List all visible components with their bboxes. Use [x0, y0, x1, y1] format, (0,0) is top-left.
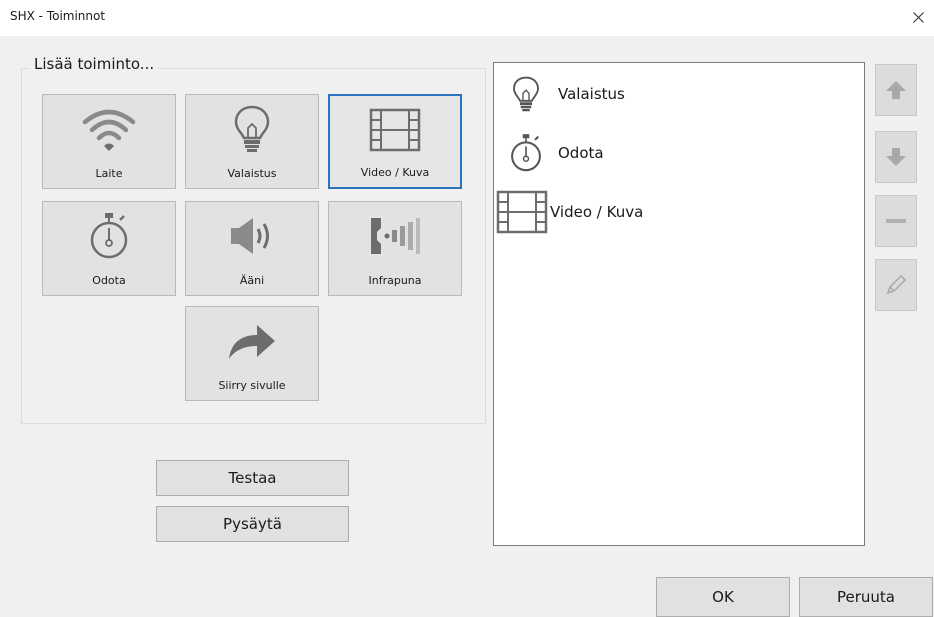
list-item-odota[interactable]: Odota — [500, 128, 860, 178]
close-button[interactable] — [902, 0, 934, 36]
ok-button[interactable]: OK — [656, 577, 790, 617]
edit-button[interactable] — [875, 259, 917, 311]
move-up-button[interactable] — [875, 64, 917, 116]
tile-valaistus[interactable]: Valaistus — [185, 94, 319, 189]
list-item-label: Valaistus — [558, 85, 625, 103]
remove-icon — [886, 219, 906, 223]
tile-label: Ääni — [239, 274, 265, 287]
group-legend: Lisää toiminto... — [30, 55, 159, 73]
lightbulb-icon — [513, 76, 539, 112]
tile-aani[interactable]: Ääni — [185, 201, 319, 296]
edit-icon — [886, 274, 907, 295]
tile-label: Odota — [92, 274, 126, 287]
lightbulb-icon — [234, 105, 270, 152]
list-item-video-kuva[interactable]: Video / Kuva — [496, 187, 856, 237]
cancel-button[interactable]: Peruuta — [799, 577, 933, 617]
speaker-icon — [231, 218, 269, 254]
tile-siirry-sivulle[interactable]: Siirry sivulle — [185, 306, 319, 401]
tile-label: Infrapuna — [368, 274, 422, 287]
list-item-valaistus[interactable]: Valaistus — [500, 69, 860, 119]
tile-odota[interactable]: Odota — [42, 201, 176, 296]
move-up-icon — [886, 81, 906, 99]
list-item-label: Video / Kuva — [550, 203, 644, 221]
tile-label: Video / Kuva — [360, 166, 430, 179]
list-item-label: Odota — [558, 144, 604, 162]
tile-label: Siirry sivulle — [218, 379, 286, 392]
tile-label: Valaistus — [227, 167, 277, 180]
tile-video-kuva[interactable]: Video / Kuva — [328, 94, 462, 189]
window-title: SHX - Toiminnot — [10, 9, 106, 23]
close-icon — [913, 12, 924, 23]
remove-button[interactable] — [875, 195, 917, 247]
arrow-forward-icon — [229, 325, 275, 359]
title-bar: SHX - Toiminnot — [0, 0, 934, 36]
wifi-icon — [82, 109, 136, 151]
move-down-icon — [886, 148, 906, 166]
stop-button[interactable]: Pysäytä — [156, 506, 349, 542]
move-down-button[interactable] — [875, 131, 917, 183]
test-button[interactable]: Testaa — [156, 460, 349, 496]
tile-laite[interactable]: Laite — [42, 94, 176, 189]
film-icon — [369, 108, 421, 152]
infrared-icon — [371, 218, 420, 254]
stopwatch-icon — [90, 213, 128, 259]
tile-infrapuna[interactable]: Infrapuna — [328, 201, 462, 296]
stopwatch-icon — [511, 134, 541, 172]
film-icon — [496, 190, 548, 234]
tile-label: Laite — [95, 167, 123, 180]
action-list[interactable]: Valaistus Odota Video / Kuva — [493, 62, 865, 546]
